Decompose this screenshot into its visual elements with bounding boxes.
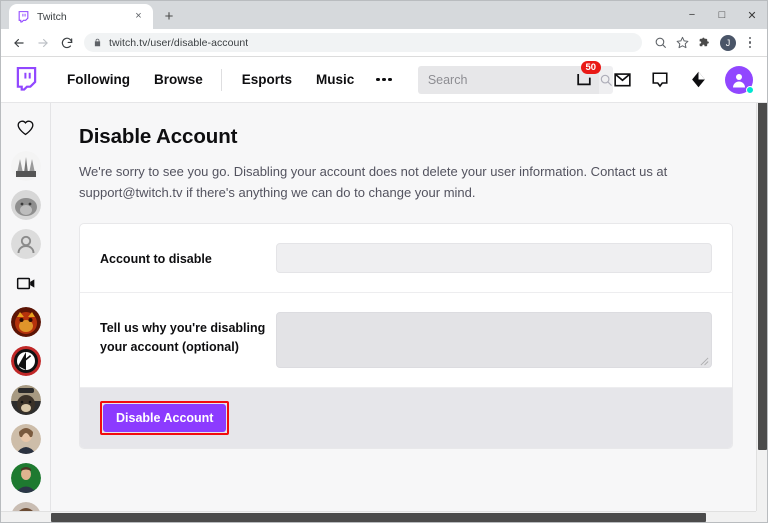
account-to-disable-input[interactable]	[276, 243, 712, 274]
nav-link-browse[interactable]: Browse	[142, 72, 215, 87]
twitch-search	[417, 65, 613, 94]
twitch-nav-right: 50	[573, 60, 755, 94]
browser-titlebar: Twitch × + − □ ✕	[1, 1, 767, 29]
nav-link-following[interactable]: Following	[55, 72, 142, 87]
page-description: We're sorry to see you go. Disabling you…	[79, 164, 668, 200]
search-input[interactable]	[417, 65, 599, 94]
sidebar-channel-avatar-2[interactable]	[10, 190, 41, 220]
tab-strip: Twitch × +	[1, 4, 767, 29]
sidebar-video-camera-icon[interactable]	[11, 268, 41, 298]
nav-link-music[interactable]: Music	[304, 72, 366, 87]
tab-close-icon[interactable]: ×	[132, 11, 145, 22]
zoom-search-icon[interactable]	[650, 33, 670, 53]
scrollbar-corner	[756, 511, 767, 522]
nav-divider	[220, 68, 222, 91]
twitch-logo-icon[interactable]	[11, 67, 41, 92]
browser-profile-avatar[interactable]: J	[720, 34, 736, 51]
page-vertical-scrollbar[interactable]	[756, 57, 767, 522]
browser-window: Twitch × + − □ ✕ twitch.tv/user/disable-…	[0, 0, 768, 523]
sidebar-channel-avatar-6[interactable]	[10, 424, 41, 454]
label-account-to-disable: Account to disable	[100, 252, 212, 267]
user-avatar[interactable]	[725, 65, 754, 94]
sidebar-default-user-avatar[interactable]	[10, 229, 41, 259]
twitch-nav-links: Following Browse Esports Music	[55, 68, 402, 91]
prime-loot-icon[interactable]: 50	[573, 60, 601, 91]
twitch-top-nav: Following Browse Esports Music Search 50	[1, 57, 767, 103]
notifications-chat-icon[interactable]	[649, 69, 671, 91]
nav-more-menu-icon[interactable]	[366, 77, 402, 82]
window-close-button[interactable]: ✕	[737, 1, 767, 29]
window-controls: − □ ✕	[677, 1, 767, 29]
textarea-resize-grip-icon[interactable]	[700, 357, 709, 366]
sidebar-heart-icon[interactable]	[11, 112, 41, 142]
field-account-to-disable	[276, 243, 712, 274]
reload-button[interactable]	[56, 32, 78, 54]
horizontal-scrollbar-thumb[interactable]	[51, 513, 706, 522]
label-disable-reason: Tell us why you're disabling your accoun…	[100, 321, 266, 354]
page-title: Disable Account	[79, 125, 238, 148]
address-bar[interactable]: twitch.tv/user/disable-account	[84, 33, 642, 52]
browser-tab-twitch[interactable]: Twitch ×	[9, 4, 153, 29]
sidebar-channel-avatar-7[interactable]	[10, 463, 41, 493]
presence-status-dot	[746, 85, 754, 94]
back-button[interactable]	[8, 32, 30, 54]
field-disable-reason	[276, 312, 712, 369]
address-bar-url: twitch.tv/user/disable-account	[109, 36, 249, 49]
disable-account-button-highlight: Disable Account	[100, 401, 230, 436]
browser-toolbar: twitch.tv/user/disable-account J	[1, 29, 767, 56]
disable-reason-textarea[interactable]	[276, 312, 712, 369]
window-maximize-button[interactable]: □	[707, 1, 737, 29]
nav-link-esports[interactable]: Esports	[230, 72, 304, 87]
form-footer: Disable Account	[80, 388, 732, 449]
sidebar-channel-avatar-4[interactable]	[10, 346, 41, 376]
whispers-inbox-icon[interactable]	[611, 69, 633, 91]
bits-diamond-icon[interactable]	[687, 69, 709, 91]
form-row-account-to-disable: Account to disable	[80, 224, 732, 294]
new-tab-button[interactable]: +	[156, 4, 182, 29]
sidebar-channel-avatar-1[interactable]	[10, 151, 41, 181]
window-minimize-button[interactable]: −	[677, 1, 707, 29]
bookmark-star-icon[interactable]	[672, 33, 692, 53]
prime-loot-badge: 50	[581, 60, 601, 75]
vertical-scrollbar-thumb[interactable]	[758, 57, 767, 450]
browser-tab-title: Twitch	[37, 10, 67, 23]
browser-menu-icon[interactable]	[742, 36, 758, 49]
twitch-body: Disable Account We're sorry to see you g…	[1, 103, 767, 522]
sidebar-channel-avatar-5[interactable]	[10, 385, 41, 415]
disable-account-page: Disable Account We're sorry to see you g…	[51, 103, 767, 522]
page-viewport: Following Browse Esports Music Search 50…	[1, 56, 767, 522]
extensions-puzzle-icon[interactable]	[694, 33, 714, 53]
forward-button[interactable]	[32, 32, 54, 54]
lock-icon	[93, 38, 102, 47]
form-row-disable-reason: Tell us why you're disabling your accoun…	[80, 293, 732, 389]
sidebar-channel-avatar-3[interactable]	[10, 307, 41, 337]
twitch-favicon-icon	[17, 10, 30, 23]
disable-account-button[interactable]: Disable Account	[103, 404, 227, 433]
page-horizontal-scrollbar[interactable]	[1, 511, 756, 522]
twitch-left-sidebar	[1, 103, 51, 522]
disable-account-form-card: Account to disable Tell us why you're di…	[79, 223, 733, 450]
